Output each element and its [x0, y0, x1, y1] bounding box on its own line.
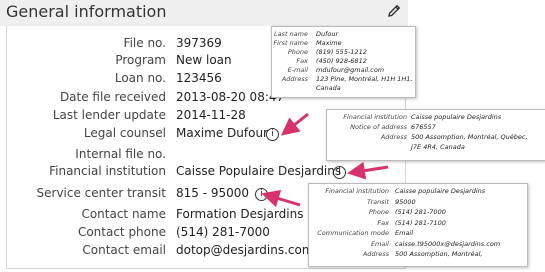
popup-value: Caisse populaire Desjardins [411, 113, 502, 121]
popup-value: (450) 928-6812 [316, 57, 367, 65]
field-value: 2014-11-28 [176, 108, 246, 122]
field-label: Contact phone [77, 225, 166, 239]
field-label: File no. [123, 36, 166, 50]
field-label: Date file received [59, 90, 166, 104]
popup-value: 676557 [411, 123, 436, 131]
field-label: Service center transit [36, 186, 166, 200]
popup-label: Fax [377, 218, 389, 227]
field-value: 815 - 95000 [176, 186, 250, 200]
field-value: (514) 281-7000 [176, 225, 270, 239]
popup-value: 500 Assomption, Montréal, [395, 250, 483, 258]
popup-label: First name [273, 39, 308, 47]
field-row: Program New loan [6, 53, 231, 71]
popup-value: (514) 281-7000 [395, 208, 446, 216]
field-row: Internal file no. [6, 147, 166, 165]
popup-label: Transit [367, 197, 389, 206]
field-value: Maxime Dufour [176, 126, 268, 140]
popup-value: Canada [316, 84, 341, 92]
field-value: New loan [176, 53, 232, 67]
field-label: Last lender update [52, 108, 166, 122]
popup-value: mdufour@gmail.com [316, 66, 385, 74]
info-icon[interactable]: i [255, 188, 268, 201]
field-row: File no. 397369 [6, 36, 222, 54]
popup-value: 95000 [395, 197, 416, 206]
popup-label: Last name [273, 30, 308, 38]
field-row: Loan no. 123456 [6, 71, 222, 89]
field-value: Formation Desjardins [176, 207, 304, 221]
popup-value: 123 Pine, Montréal, H1H 1H1, [316, 75, 413, 83]
field-value: 397369 [176, 36, 222, 50]
field-value: Caisse Populaire Desjardins [176, 164, 342, 178]
field-row: Contact phone (514) 281-7000 [6, 225, 270, 243]
info-icon[interactable]: i [333, 166, 346, 179]
field-row: Contact email dotop@desjardins.com [6, 243, 313, 261]
field-label: Internal file no. [75, 147, 166, 161]
popup-label: Communication mode [317, 229, 389, 237]
field-value: 2013-08-20 08:47 [176, 90, 285, 104]
popup-label: Address [380, 133, 407, 141]
popup-value: J7E 4R4, Canada [411, 143, 465, 151]
field-label: Financial institution [49, 164, 166, 178]
popup-value: Email [395, 229, 414, 237]
field-label: Loan no. [114, 71, 166, 85]
popup-label: Phone [287, 48, 308, 56]
field-row: Last lender update 2014-11-28 [6, 108, 246, 126]
popup-label: Notice of address [350, 123, 407, 131]
popup-value: (514) 281-7100 [395, 218, 446, 227]
popup-label: Address [362, 250, 389, 258]
field-label: Program [115, 53, 166, 67]
popup-label: Address [281, 75, 308, 83]
field-row: Financial institution Caisse Populaire De… [6, 164, 346, 182]
popup-label: Fax [296, 57, 308, 65]
field-row: Service center transit 815 - 95000 i [6, 186, 268, 204]
pencil-icon[interactable] [386, 3, 402, 19]
popup-value: (819) 555-1212 [316, 48, 367, 56]
field-row: Date file received 2013-08-20 08:47 [6, 90, 284, 108]
popup-label: Financial institution [343, 113, 407, 121]
field-row: Contact name Formation Desjardins [6, 207, 303, 225]
popup-label: Financial institution [325, 187, 389, 195]
popup-value: Caisse populaire Desjardins [395, 187, 486, 195]
popup-value: Dufour [316, 30, 339, 38]
info-icon[interactable]: i [266, 128, 279, 141]
popup-value: 500 Assomption, Montréal, Québec, [411, 133, 528, 141]
field-label: Legal counsel [83, 126, 166, 140]
legal-counsel-popup: Last name Dufour First name Maxime Phone (819… [271, 26, 416, 98]
popup-value: Maxime [316, 39, 342, 47]
field-value: dotop@desjardins.com [176, 243, 314, 257]
section-title: General information [6, 2, 167, 21]
financial-institution-popup: Financial institution Caisse populaire De… [326, 109, 545, 161]
field-value: 123456 [176, 71, 222, 85]
field-label: Contact email [82, 243, 166, 257]
popup-label: Phone [368, 208, 389, 216]
popup-label: Email [370, 239, 389, 248]
popup-label: E-mail [287, 66, 308, 74]
section-header: General information [0, 0, 408, 26]
field-row: Legal counsel Maxime Dufour i [6, 126, 279, 144]
transit-popup: Financial institution Caisse populaire De… [308, 183, 528, 267]
popup-value: caisse.t95000x@desjardins.com [395, 239, 501, 248]
field-label: Contact name [81, 207, 166, 221]
